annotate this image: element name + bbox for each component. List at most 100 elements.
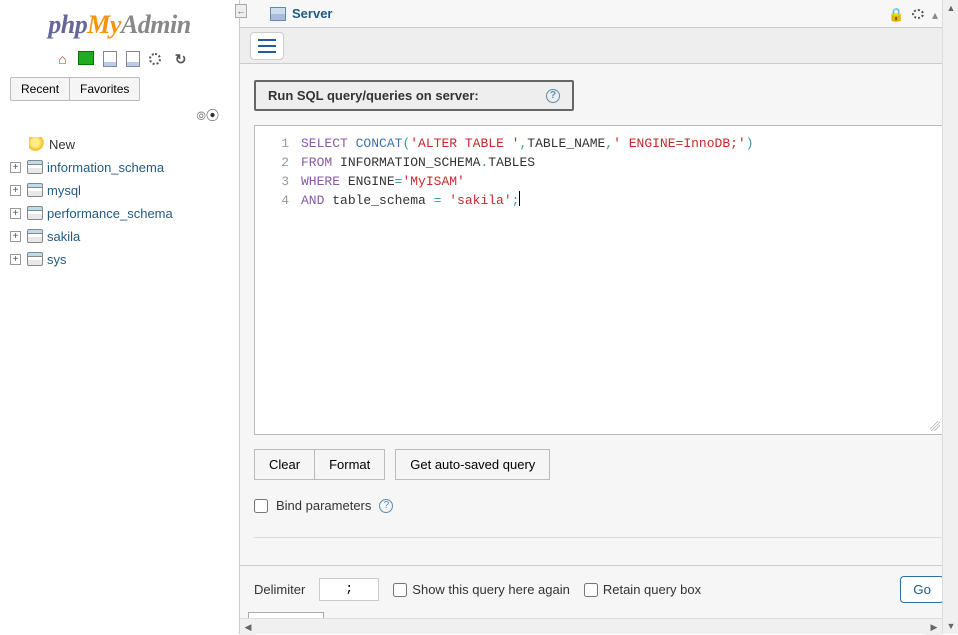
database-icon	[27, 206, 43, 220]
topbar-right	[888, 7, 948, 21]
str: ' ENGINE=InnoDB;'	[613, 136, 746, 151]
link-icon[interactable]: ⦿	[196, 105, 219, 124]
db-label: information_schema	[47, 160, 164, 175]
vertical-scrollbar[interactable]: ▲ ▼	[942, 0, 958, 634]
scroll-left-icon[interactable]: ◀	[240, 619, 256, 635]
retain-box-checkbox[interactable]	[584, 583, 598, 597]
ident: INFORMATION_SCHEMA	[340, 155, 480, 170]
ident: ENGINE	[348, 174, 395, 189]
logo-part1: php	[48, 10, 87, 39]
tree-new[interactable]: New	[10, 133, 229, 156]
help-icon[interactable]: ?	[546, 89, 560, 103]
horizontal-scrollbar[interactable]: ◀ ▶	[240, 618, 942, 634]
tree-db-sys[interactable]: + sys	[10, 248, 229, 271]
database-icon	[27, 183, 43, 197]
sql-icon[interactable]	[76, 51, 92, 67]
bind-params-label: Bind parameters	[276, 498, 371, 513]
scroll-up-icon[interactable]: ▲	[943, 0, 958, 16]
kw: AND	[301, 193, 324, 208]
expander-icon[interactable]: +	[10, 185, 21, 196]
reload-icon[interactable]	[171, 51, 187, 67]
tree-db-performance-schema[interactable]: + performance_schema	[10, 202, 229, 225]
tab-recent[interactable]: Recent	[10, 77, 70, 101]
get-autosaved-button[interactable]: Get auto-saved query	[395, 449, 550, 480]
bind-params-checkbox[interactable]	[254, 499, 268, 513]
link-icon-row: ⦿	[10, 105, 229, 123]
hamburger-menu[interactable]	[250, 32, 284, 60]
database-icon	[27, 252, 43, 266]
ident: table_schema	[332, 193, 426, 208]
ident: TABLES	[488, 155, 535, 170]
str: 'MyISAM'	[402, 174, 464, 189]
db-label: sakila	[47, 229, 80, 244]
gear-icon[interactable]	[147, 51, 163, 67]
clear-button[interactable]: Clear	[254, 449, 315, 480]
settings-icon[interactable]	[123, 51, 139, 67]
line-number: 2	[255, 153, 289, 172]
op: =	[426, 193, 449, 208]
kw: WHERE	[301, 174, 340, 189]
db-tree: New + information_schema + mysql + perfo…	[10, 133, 229, 271]
scroll-right-icon[interactable]: ▶	[926, 619, 942, 635]
tree-new-label: New	[49, 137, 75, 152]
expander-icon[interactable]: +	[10, 208, 21, 219]
expander-icon[interactable]: +	[10, 254, 21, 265]
tree-db-mysql[interactable]: + mysql	[10, 179, 229, 202]
kw: SELECT	[301, 136, 348, 151]
db-label: sys	[47, 252, 67, 267]
sql-editor[interactable]: 1 2 3 4 SELECT CONCAT('ALTER TABLE ',TAB…	[254, 125, 944, 435]
go-button[interactable]: Go	[900, 576, 944, 603]
tab-favorites[interactable]: Favorites	[69, 77, 140, 101]
database-icon	[27, 229, 43, 243]
sidebar-tabs: Recent Favorites	[10, 77, 229, 101]
main: ← Server Run SQL query/queries on server…	[240, 0, 958, 634]
ident: TABLE_NAME	[527, 136, 605, 151]
comma: ,	[605, 136, 613, 151]
retain-box-wrap[interactable]: Retain query box	[584, 582, 701, 597]
expander-icon[interactable]: +	[10, 231, 21, 242]
delimiter-label: Delimiter	[254, 582, 305, 597]
code-area[interactable]: SELECT CONCAT('ALTER TABLE ',TABLE_NAME,…	[297, 126, 943, 434]
line-number: 1	[255, 134, 289, 153]
fn: CONCAT	[356, 136, 403, 151]
str: 'ALTER TABLE '	[410, 136, 519, 151]
divider	[254, 537, 944, 538]
menubar	[240, 28, 958, 64]
topbar: Server	[240, 0, 958, 28]
expander-icon[interactable]: +	[10, 162, 21, 173]
database-icon	[27, 160, 43, 174]
kw: FROM	[301, 155, 332, 170]
bottom-bar: Delimiter Show this query here again Ret…	[240, 565, 958, 611]
panel-header: Run SQL query/queries on server: ?	[254, 80, 574, 111]
gear-icon[interactable]	[910, 7, 926, 21]
home-icon[interactable]	[52, 51, 68, 67]
line-number: 3	[255, 172, 289, 191]
resize-handle[interactable]	[927, 418, 941, 432]
doc-icon[interactable]	[100, 51, 116, 67]
show-again-wrap[interactable]: Show this query here again	[393, 582, 570, 597]
retain-box-label: Retain query box	[603, 582, 701, 597]
help-icon[interactable]: ?	[379, 499, 393, 513]
tree-db-information-schema[interactable]: + information_schema	[10, 156, 229, 179]
semi: ;	[512, 193, 520, 208]
scroll-down-icon[interactable]: ▼	[943, 618, 958, 634]
str: 'sakila'	[449, 193, 511, 208]
db-label: performance_schema	[47, 206, 173, 221]
logo[interactable]: phpMyAdmin	[10, 6, 229, 46]
server-breadcrumb[interactable]: Server	[292, 6, 332, 21]
delimiter-input[interactable]	[319, 578, 379, 601]
sidebar-toolbar	[10, 46, 229, 77]
button-row: Clear Format Get auto-saved query	[254, 449, 944, 480]
format-button[interactable]: Format	[315, 449, 385, 480]
paren: )	[746, 136, 754, 151]
show-again-label: Show this query here again	[412, 582, 570, 597]
text-cursor	[519, 191, 520, 206]
tree-db-sakila[interactable]: + sakila	[10, 225, 229, 248]
sidebar-collapse-handle[interactable]: ←	[235, 4, 247, 18]
lock-icon[interactable]	[888, 7, 904, 21]
panel-title: Run SQL query/queries on server:	[268, 88, 479, 103]
server-icon	[270, 7, 286, 21]
content: Run SQL query/queries on server: ? 1 2 3…	[240, 64, 958, 565]
new-icon	[29, 137, 45, 151]
show-again-checkbox[interactable]	[393, 583, 407, 597]
